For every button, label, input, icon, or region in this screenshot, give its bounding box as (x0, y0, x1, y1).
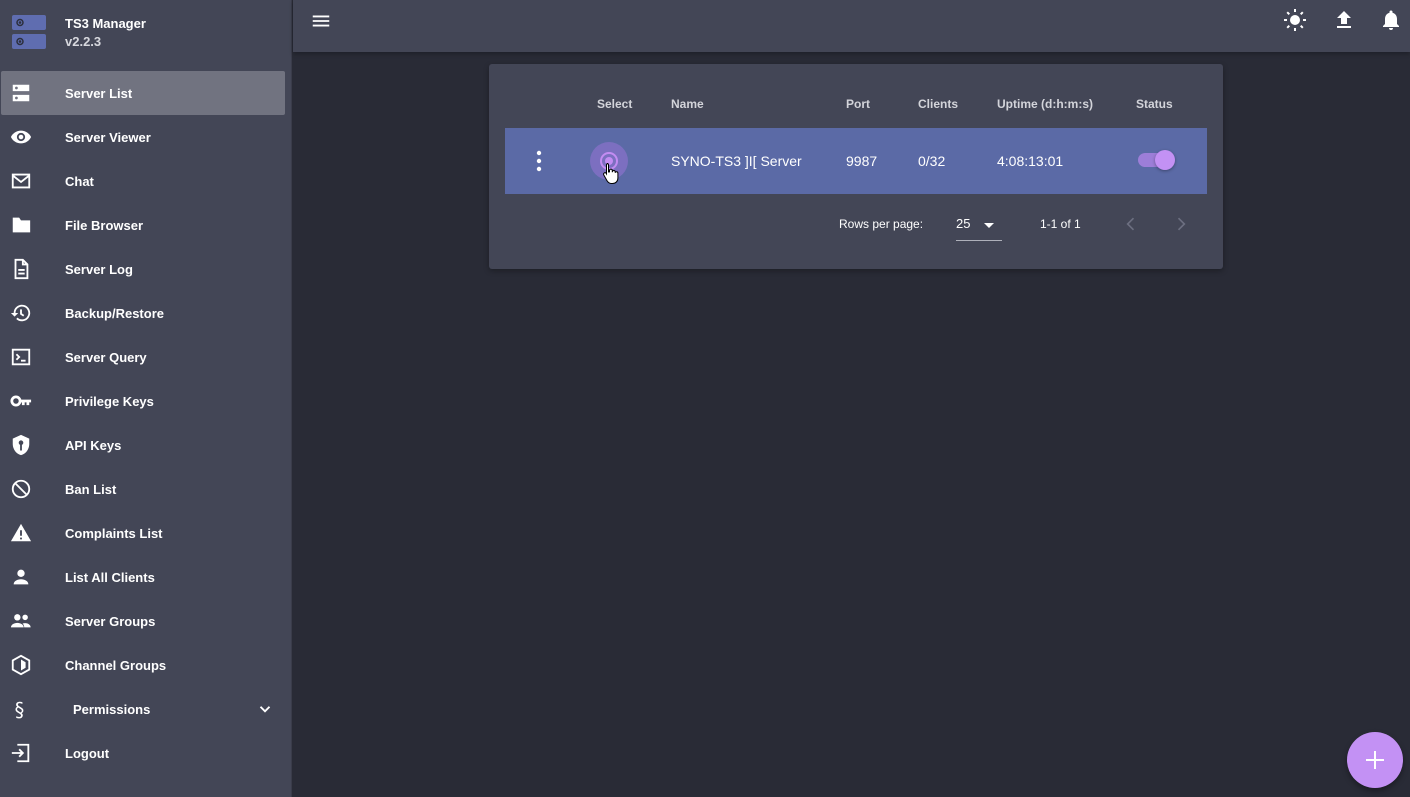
bell-icon[interactable] (1379, 8, 1403, 32)
sidebar-item-label: Server Viewer (65, 129, 151, 145)
server-uptime: 4:08:13:01 (997, 153, 1064, 169)
person-icon (13, 569, 29, 585)
server-clients: 0/32 (918, 153, 946, 169)
table-row[interactable]: SYNO-TS3 ]I[ Server 9987 0/32 4:08:13:01 (505, 128, 1207, 194)
dropdown-arrow-icon (984, 223, 994, 228)
shield-key-icon (12, 434, 30, 456)
sidebar-item-label: File Browser (65, 217, 144, 233)
sidebar-item-server-groups[interactable]: Server Groups (0, 599, 292, 643)
mail-icon (11, 173, 31, 189)
sidebar-item-backup-restore[interactable]: Backup/Restore (0, 291, 292, 335)
sidebar-item-chat[interactable]: Chat (0, 159, 292, 203)
sidebar-item-ban-list[interactable]: Ban List (0, 467, 292, 511)
status-switch-thumb[interactable] (1155, 150, 1175, 170)
sidebar-item-file-browser[interactable]: File Browser (0, 203, 292, 247)
sidebar-item-label: List All Clients (65, 569, 155, 585)
server-port: 9987 (846, 153, 878, 169)
column-header-status[interactable]: Status (1136, 97, 1173, 111)
logout-icon (11, 743, 30, 763)
dns-icon (12, 84, 30, 102)
sidebar-item-permissions[interactable]: § Permissions (0, 687, 292, 731)
sidebar-item-label: Privilege Keys (65, 393, 154, 409)
terminal-icon (11, 348, 31, 366)
sidebar-item-label: Server Query (65, 349, 147, 365)
app-title: TS3 Manager (65, 16, 146, 31)
menu-icon[interactable] (310, 10, 332, 32)
sidebar-item-server-query[interactable]: Server Query (0, 335, 292, 379)
block-icon (11, 479, 31, 499)
restore-icon (10, 304, 31, 322)
plus-icon (1366, 751, 1384, 769)
sidebar-item-privilege-keys[interactable]: Privilege Keys (0, 379, 292, 423)
people-icon (10, 614, 31, 628)
rows-per-page-select[interactable]: 25 (956, 211, 1002, 241)
brightness-icon[interactable] (1283, 8, 1307, 32)
sidebar-item-label: Complaints List (65, 525, 163, 541)
sidebar-item-complaints-list[interactable]: Complaints List (0, 511, 292, 555)
brand: TS3 Manager v2.2.3 (0, 0, 292, 66)
server-stack-icon (12, 15, 46, 49)
server-list-card: Select Name Port Clients Uptime (d:h:m:s… (489, 64, 1223, 269)
folder-icon (12, 217, 31, 233)
pagination-range: 1-1 of 1 (1040, 217, 1081, 231)
sidebar-item-api-keys[interactable]: API Keys (0, 423, 292, 467)
upload-icon[interactable] (1332, 8, 1356, 32)
sidebar-item-channel-groups[interactable]: Channel Groups (0, 643, 292, 687)
sidebar-item-label: Server Log (65, 261, 133, 277)
sidebar-item-label: Ban List (65, 481, 117, 497)
hand-pointer-icon (603, 163, 619, 184)
sidebar-item-label: Server Groups (65, 613, 156, 629)
chevron-right-icon[interactable] (1171, 214, 1191, 234)
sidebar-item-label: API Keys (65, 437, 122, 453)
rows-per-page-value: 25 (956, 216, 971, 231)
svg-text:§: § (15, 698, 25, 720)
sidebar-item-label: Server List (65, 85, 133, 101)
sidebar-item-label: Backup/Restore (65, 305, 164, 321)
sidebar-item-server-list[interactable]: Server List (1, 71, 285, 115)
sidebar-item-logout[interactable]: Logout (0, 731, 292, 775)
sidebar-item-label: Chat (65, 173, 94, 189)
more-vert-icon[interactable] (532, 149, 546, 173)
column-header-name[interactable]: Name (671, 97, 704, 111)
sidebar-nav: Server List Server Viewer Chat File Brow… (0, 71, 292, 775)
add-server-button[interactable] (1347, 732, 1403, 788)
column-header-port[interactable]: Port (846, 97, 870, 111)
sidebar-item-label: Logout (65, 745, 110, 761)
sidebar-item-server-viewer[interactable]: Server Viewer (0, 115, 292, 159)
chevron-down-icon (259, 706, 271, 713)
column-header-select: Select (597, 97, 633, 111)
sidebar: TS3 Manager v2.2.3 Server List Server Vi… (0, 0, 292, 797)
column-header-clients[interactable]: Clients (918, 97, 958, 111)
document-icon (14, 258, 29, 280)
column-header-uptime[interactable]: Uptime (d:h:m:s) (997, 97, 1093, 111)
rows-per-page-label: Rows per page: (839, 217, 924, 231)
top-app-bar (293, 0, 1410, 52)
hexagon-icon (11, 654, 31, 676)
chevron-left-icon[interactable] (1121, 214, 1141, 234)
eye-icon (10, 130, 32, 144)
key-icon (10, 395, 32, 407)
section-sign-icon: § (15, 698, 25, 720)
app-version: v2.2.3 (65, 34, 102, 49)
sidebar-item-list-all-clients[interactable]: List All Clients (0, 555, 292, 599)
sidebar-item-server-log[interactable]: Server Log (0, 247, 292, 291)
warning-icon (10, 523, 32, 542)
sidebar-item-label: Permissions (73, 701, 151, 717)
server-name: SYNO-TS3 ]I[ Server (671, 153, 802, 169)
sidebar-item-label: Channel Groups (65, 657, 167, 673)
